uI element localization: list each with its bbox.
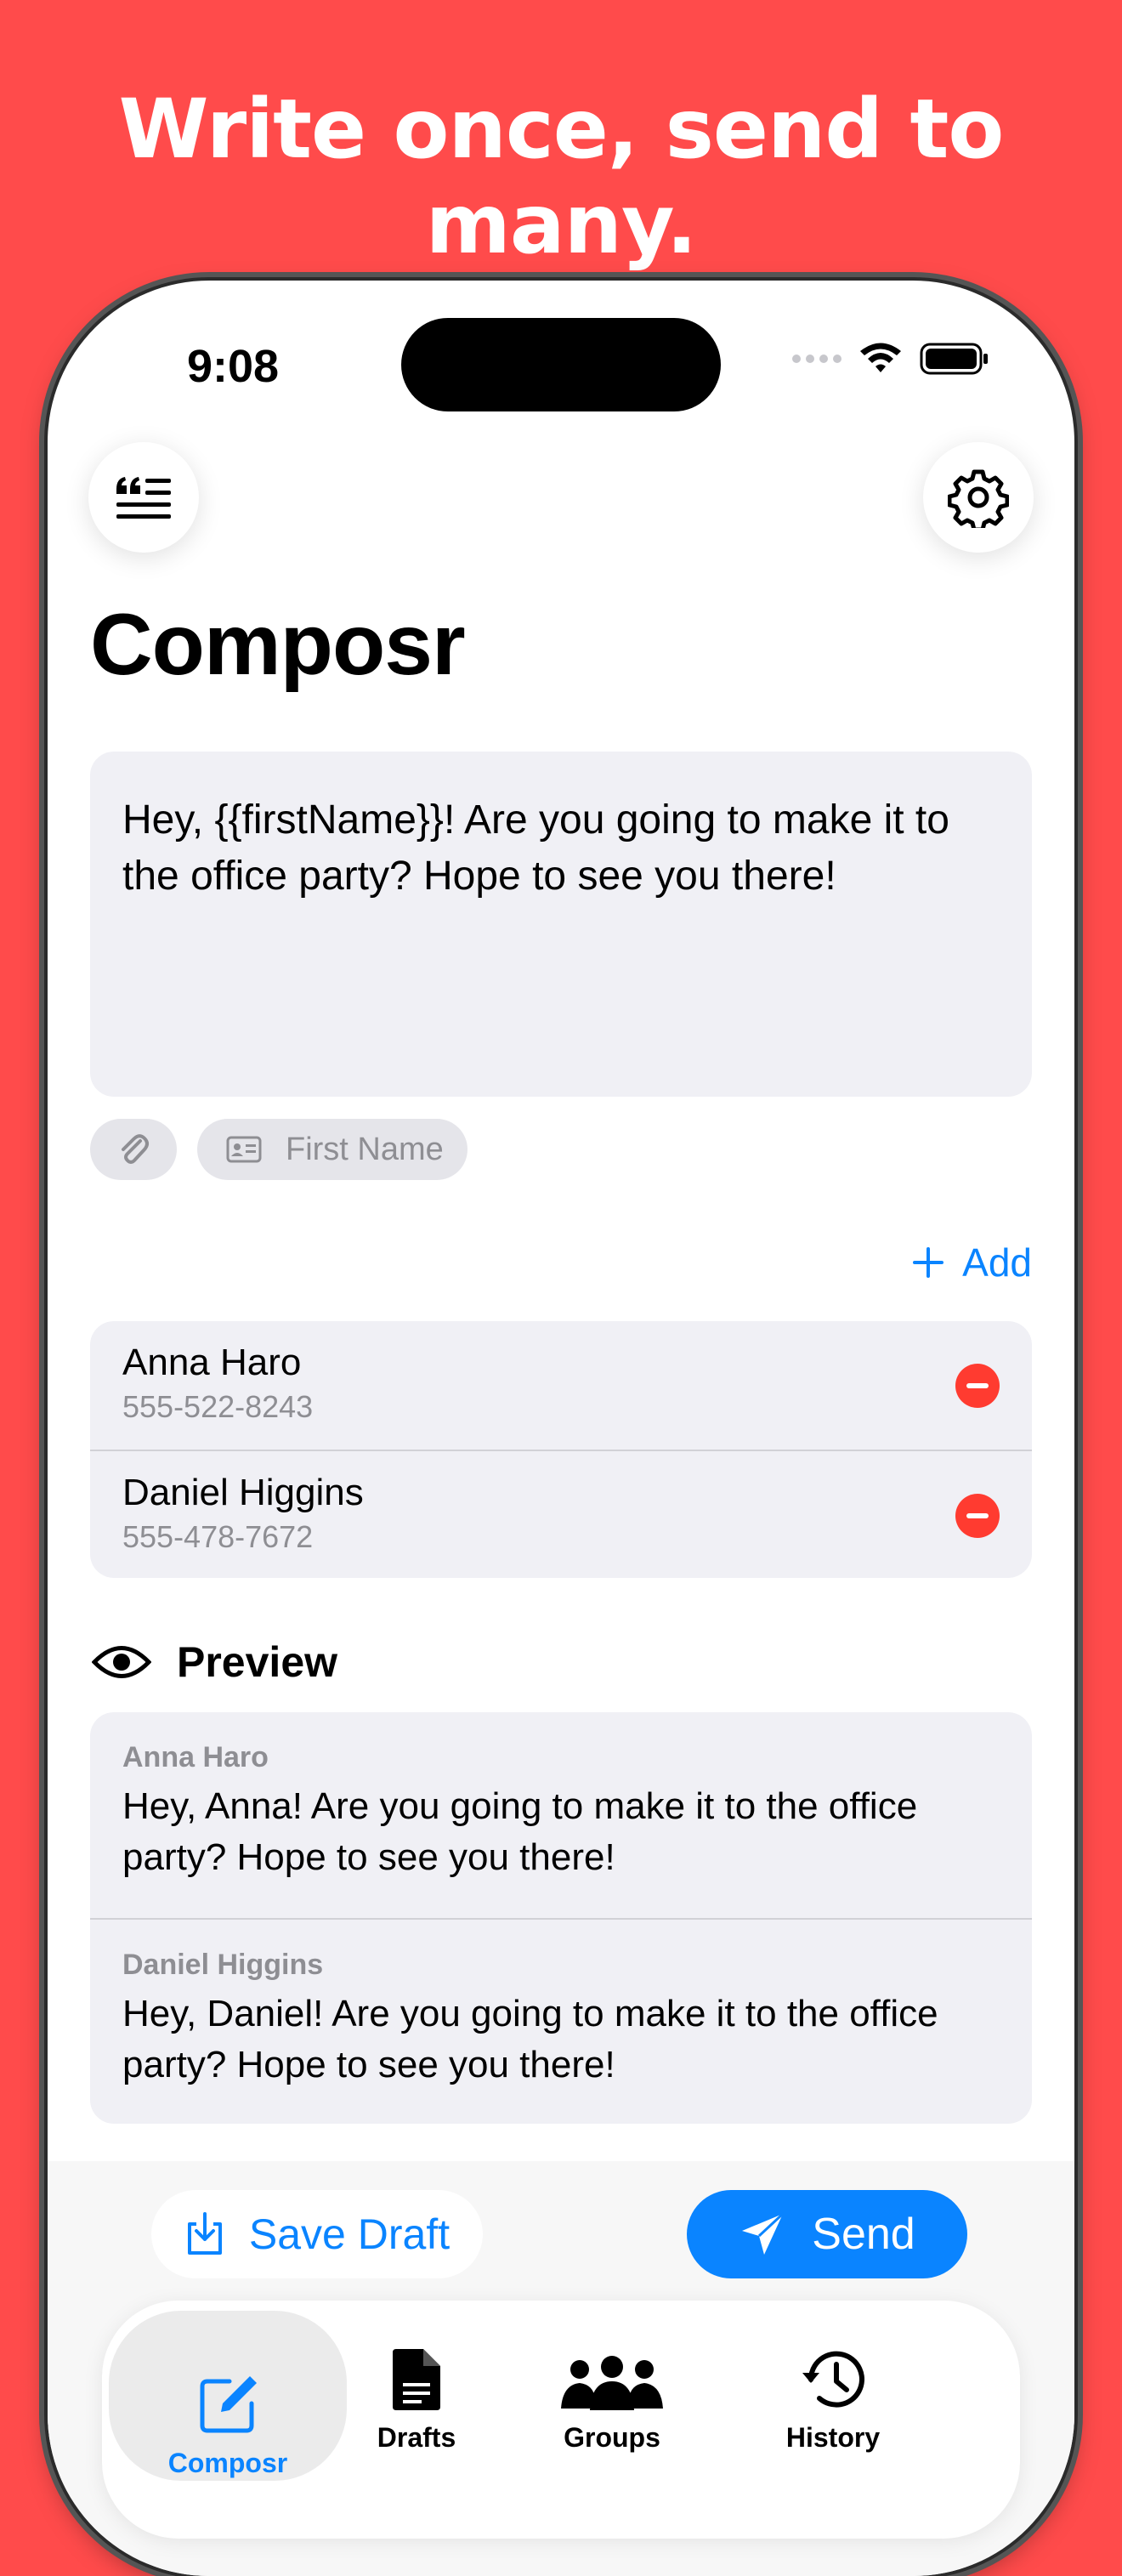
minus-icon xyxy=(966,1383,989,1388)
quote-list-icon xyxy=(116,477,171,519)
list-item: Anna Haro Hey, Anna! Are you going to ma… xyxy=(90,1712,1032,1918)
settings-button[interactable] xyxy=(923,442,1034,553)
tab-drafts[interactable]: Drafts xyxy=(332,2311,502,2455)
templates-button[interactable] xyxy=(88,442,199,553)
recipient-name: Anna Haro xyxy=(122,1342,302,1383)
tab-bar: Composr Drafts Groups History xyxy=(102,2301,1020,2539)
preview-recipient-name: Anna Haro xyxy=(122,1741,269,1773)
wifi-icon xyxy=(860,343,901,372)
first-name-token-button[interactable]: First Name xyxy=(197,1119,468,1180)
send-button[interactable]: Send xyxy=(687,2190,967,2278)
tab-composr[interactable]: Composr xyxy=(109,2311,347,2481)
send-label: Send xyxy=(812,2210,915,2259)
preview-list: Anna Haro Hey, Anna! Are you going to ma… xyxy=(90,1712,1032,2124)
tab-groups[interactable]: Groups xyxy=(527,2311,697,2455)
preview-message: Hey, Anna! Are you going to make it to t… xyxy=(122,1785,918,1878)
eye-icon xyxy=(92,1646,151,1678)
preview-message: Hey, Daniel! Are you going to make it to… xyxy=(122,1993,938,2085)
document-icon xyxy=(393,2349,440,2410)
remove-recipient-button[interactable] xyxy=(955,1494,1000,1538)
cellular-icon xyxy=(792,355,842,363)
attach-button[interactable] xyxy=(90,1119,177,1180)
tab-history[interactable]: History xyxy=(748,2311,918,2455)
phone-frame: 9:08 Composr Hey, {{firstName}}! Are you… xyxy=(48,281,1074,2576)
save-draft-label: Save Draft xyxy=(248,2210,450,2258)
list-item: Daniel Higgins Hey, Daniel! Are you goin… xyxy=(90,1918,1032,2124)
recipient-phone: 555-522-8243 xyxy=(122,1389,314,1424)
paper-plane-icon xyxy=(742,2212,785,2255)
recipient-phone: 555-478-7672 xyxy=(122,1519,314,1554)
dynamic-island xyxy=(401,318,721,411)
gear-icon xyxy=(948,469,1009,528)
status-indicators xyxy=(792,342,989,376)
people-group-icon xyxy=(561,2356,663,2410)
save-draft-button[interactable]: Save Draft xyxy=(151,2190,483,2278)
recipient-list: Anna Haro 555-522-8243 Daniel Higgins 55… xyxy=(90,1321,1032,1578)
download-tray-icon xyxy=(187,2212,222,2255)
add-label: Add xyxy=(962,1240,1032,1285)
remove-recipient-button[interactable] xyxy=(955,1364,1000,1408)
battery-icon xyxy=(920,343,988,375)
paperclip-icon xyxy=(122,1134,149,1164)
minus-icon xyxy=(966,1513,989,1518)
list-item: Anna Haro 555-522-8243 xyxy=(90,1321,1032,1450)
status-time: 9:08 xyxy=(187,341,280,392)
plus-icon xyxy=(913,1247,944,1278)
history-clock-icon xyxy=(802,2351,864,2408)
tab-label: Composr xyxy=(167,2448,288,2478)
message-editor[interactable]: Hey, {{firstName}}! Are you going to mak… xyxy=(90,752,1032,1097)
compose-icon xyxy=(200,2376,257,2433)
contact-card-icon xyxy=(226,1136,262,1163)
add-recipient-button[interactable]: Add xyxy=(911,1240,1032,1285)
first-name-chip-label: First Name xyxy=(286,1131,444,1167)
recipient-name: Daniel Higgins xyxy=(122,1472,364,1513)
list-item: Daniel Higgins 555-478-7672 xyxy=(90,1450,1032,1578)
hero-headline: Write once, send to many. xyxy=(118,82,1005,272)
page-title: Composr xyxy=(90,596,466,693)
preview-recipient-name: Daniel Higgins xyxy=(122,1949,324,1981)
preview-heading: Preview xyxy=(177,1638,338,1686)
preview-header: Preview xyxy=(92,1637,337,1687)
